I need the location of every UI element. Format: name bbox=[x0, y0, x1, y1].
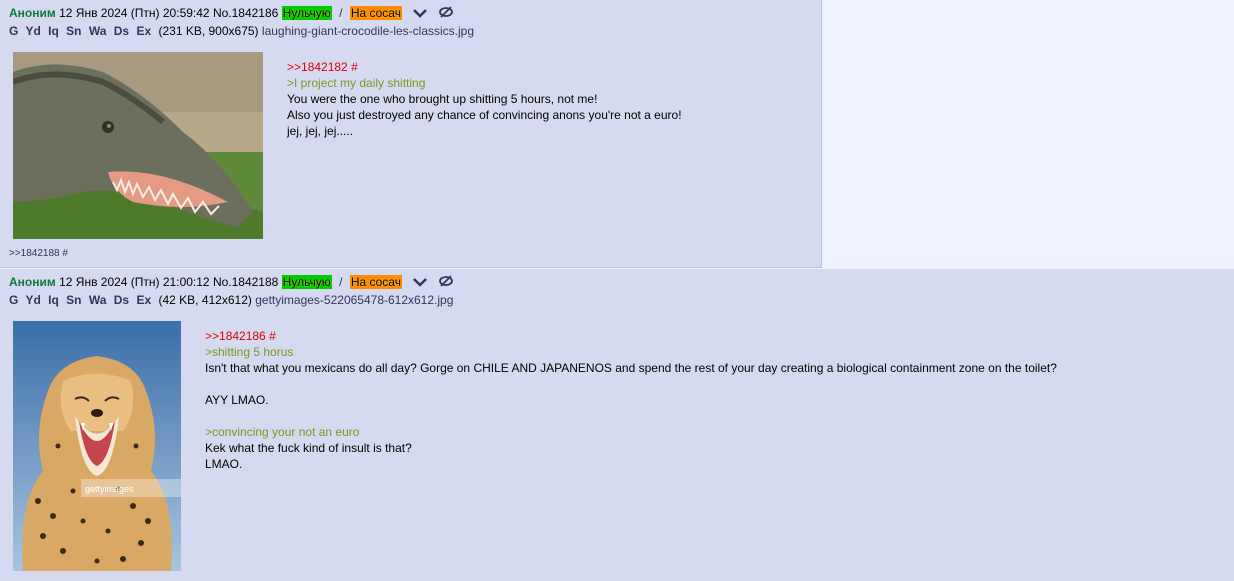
message-line: You were the one who brought up shitting… bbox=[287, 92, 598, 106]
na-sosach-badge[interactable]: На сосач bbox=[349, 275, 402, 289]
chevron-down-icon[interactable] bbox=[413, 275, 428, 291]
search-google-link[interactable]: G bbox=[9, 293, 18, 307]
search-google-link[interactable]: G bbox=[9, 24, 18, 38]
hide-eye-icon[interactable] bbox=[438, 6, 453, 22]
badge-separator: / bbox=[339, 275, 343, 289]
post-date: 12 Янв 2024 (Птн) 20:59:42 bbox=[59, 6, 210, 20]
message-line: AYY LMAO. bbox=[205, 393, 269, 407]
message-line: Kek what the fuck kind of insult is that… bbox=[205, 441, 412, 455]
post-date: 12 Янв 2024 (Птн) 21:00:12 bbox=[59, 275, 210, 289]
badge-separator: / bbox=[339, 6, 343, 20]
poster-name: Аноним bbox=[9, 6, 56, 20]
search-saucenao-link[interactable]: Sn bbox=[66, 293, 81, 307]
file-name-link[interactable]: gettyimages-522065478-612x612.jpg bbox=[255, 293, 453, 307]
search-iqdb-link[interactable]: Iq bbox=[48, 24, 59, 38]
file-info: (231 KB, 900x675) bbox=[158, 24, 259, 38]
message-line: LMAO. bbox=[205, 457, 243, 471]
search-saucenao-link[interactable]: Sn bbox=[66, 24, 81, 38]
chevron-down-icon[interactable] bbox=[413, 6, 428, 22]
message-line: Also you just destroyed any chance of co… bbox=[287, 108, 682, 122]
reply-backlink[interactable]: >>1842188 # bbox=[9, 248, 68, 259]
search-yandex-link[interactable]: Yd bbox=[25, 293, 40, 307]
cheetah-thumbnail[interactable]: gettyimages bbox=[13, 321, 181, 574]
greentext-line: >I project my daily shitting bbox=[287, 76, 426, 90]
search-derpibooru-link[interactable]: Ds bbox=[114, 24, 129, 38]
nulchuyu-badge[interactable]: Нульчую bbox=[281, 6, 332, 20]
hide-eye-icon[interactable] bbox=[438, 275, 453, 291]
message-line: Isn't that what you mexicans do all day?… bbox=[205, 361, 1057, 375]
post-message: >>1842186 # >shitting 5 horus Isn't that… bbox=[205, 328, 1057, 472]
post-message: >>1842182 # >I project my daily shitting… bbox=[287, 59, 682, 139]
file-info: (42 KB, 412x612) bbox=[158, 293, 252, 307]
nulchuyu-badge[interactable]: Нульчую bbox=[281, 275, 332, 289]
search-derpibooru-link[interactable]: Ds bbox=[114, 293, 129, 307]
post-number[interactable]: No.1842188 bbox=[213, 275, 278, 289]
search-engines: G Yd Iq Sn Wa Ds Ex bbox=[9, 24, 158, 38]
search-exhentai-link[interactable]: Ex bbox=[136, 293, 151, 307]
search-yandex-link[interactable]: Yd bbox=[25, 24, 40, 38]
message-line: jej, jej, jej..... bbox=[287, 124, 354, 138]
post-1842188: Аноним 12 Янв 2024 (Птн) 21:00:12 No.184… bbox=[0, 269, 1234, 581]
reply-quote-link[interactable]: >>1842182 # bbox=[287, 59, 682, 75]
post-1842186: Аноним 12 Янв 2024 (Птн) 20:59:42 No.184… bbox=[0, 0, 822, 268]
file-row: G Yd Iq Sn Wa Ds Ex (231 KB, 900x675) la… bbox=[9, 23, 474, 39]
search-whatanime-link[interactable]: Wa bbox=[89, 293, 107, 307]
search-engines: G Yd Iq Sn Wa Ds Ex bbox=[9, 293, 158, 307]
file-name-link[interactable]: laughing-giant-crocodile-les-classics.jp… bbox=[262, 24, 474, 38]
search-whatanime-link[interactable]: Wa bbox=[89, 24, 107, 38]
na-sosach-badge[interactable]: На сосач bbox=[349, 6, 402, 20]
poster-name: Аноним bbox=[9, 275, 56, 289]
greentext-line: >shitting 5 horus bbox=[205, 345, 294, 359]
crocodile-thumbnail[interactable] bbox=[11, 52, 263, 242]
file-row: G Yd Iq Sn Wa Ds Ex (42 KB, 412x612) get… bbox=[9, 292, 453, 308]
greentext-line: >convincing your not an euro bbox=[205, 425, 360, 439]
post-number[interactable]: No.1842186 bbox=[213, 6, 278, 20]
post-header: Аноним 12 Янв 2024 (Птн) 21:00:12 No.184… bbox=[9, 274, 453, 291]
post-header: Аноним 12 Янв 2024 (Птн) 20:59:42 No.184… bbox=[9, 5, 453, 22]
reply-quote-link[interactable]: >>1842186 # bbox=[205, 328, 1057, 344]
search-iqdb-link[interactable]: Iq bbox=[48, 293, 59, 307]
search-exhentai-link[interactable]: Ex bbox=[136, 24, 151, 38]
gettyimages-watermark: gettyimages bbox=[85, 484, 134, 494]
